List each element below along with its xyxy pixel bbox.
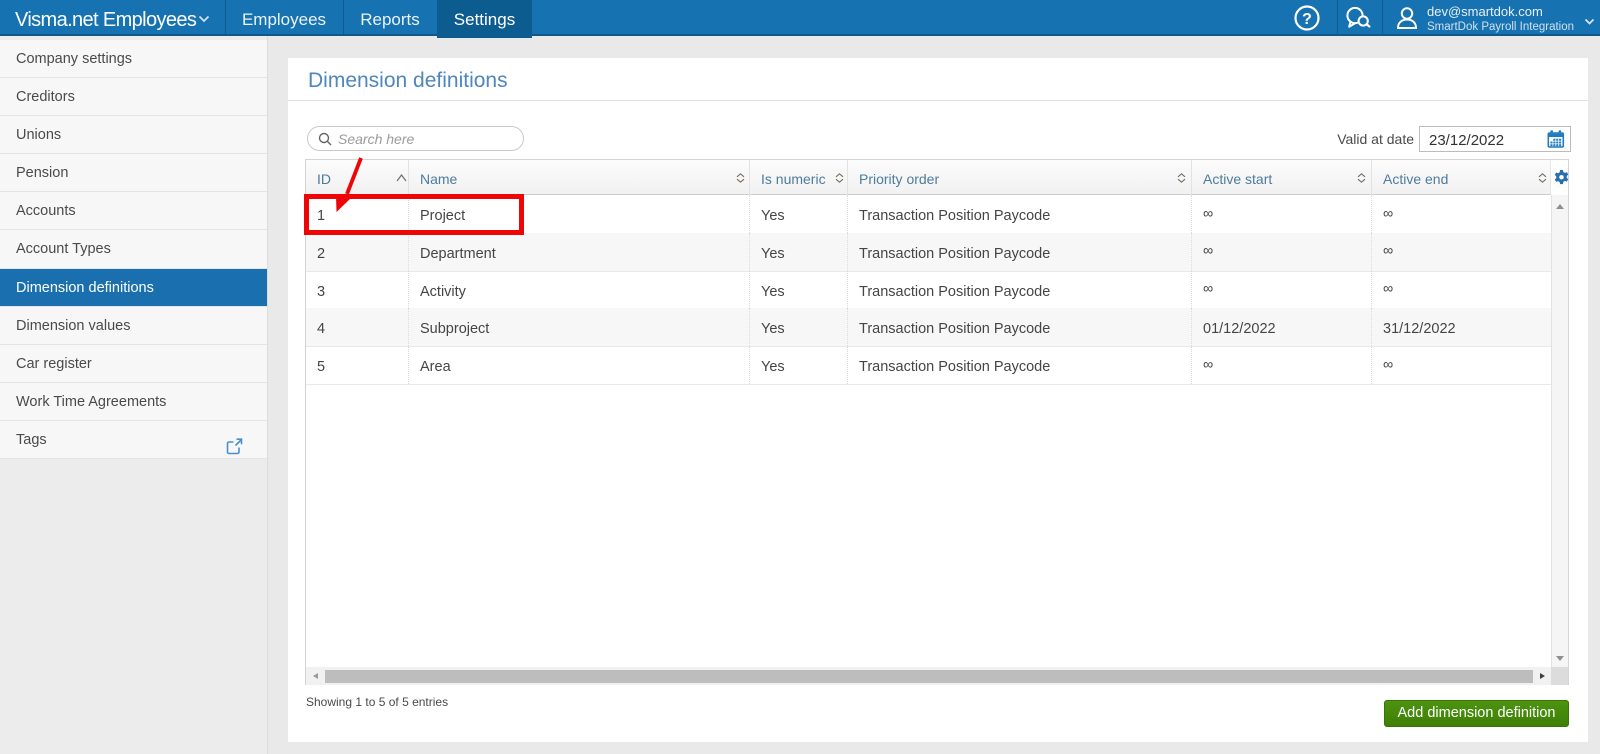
svg-text:?: ? [1302, 11, 1312, 28]
